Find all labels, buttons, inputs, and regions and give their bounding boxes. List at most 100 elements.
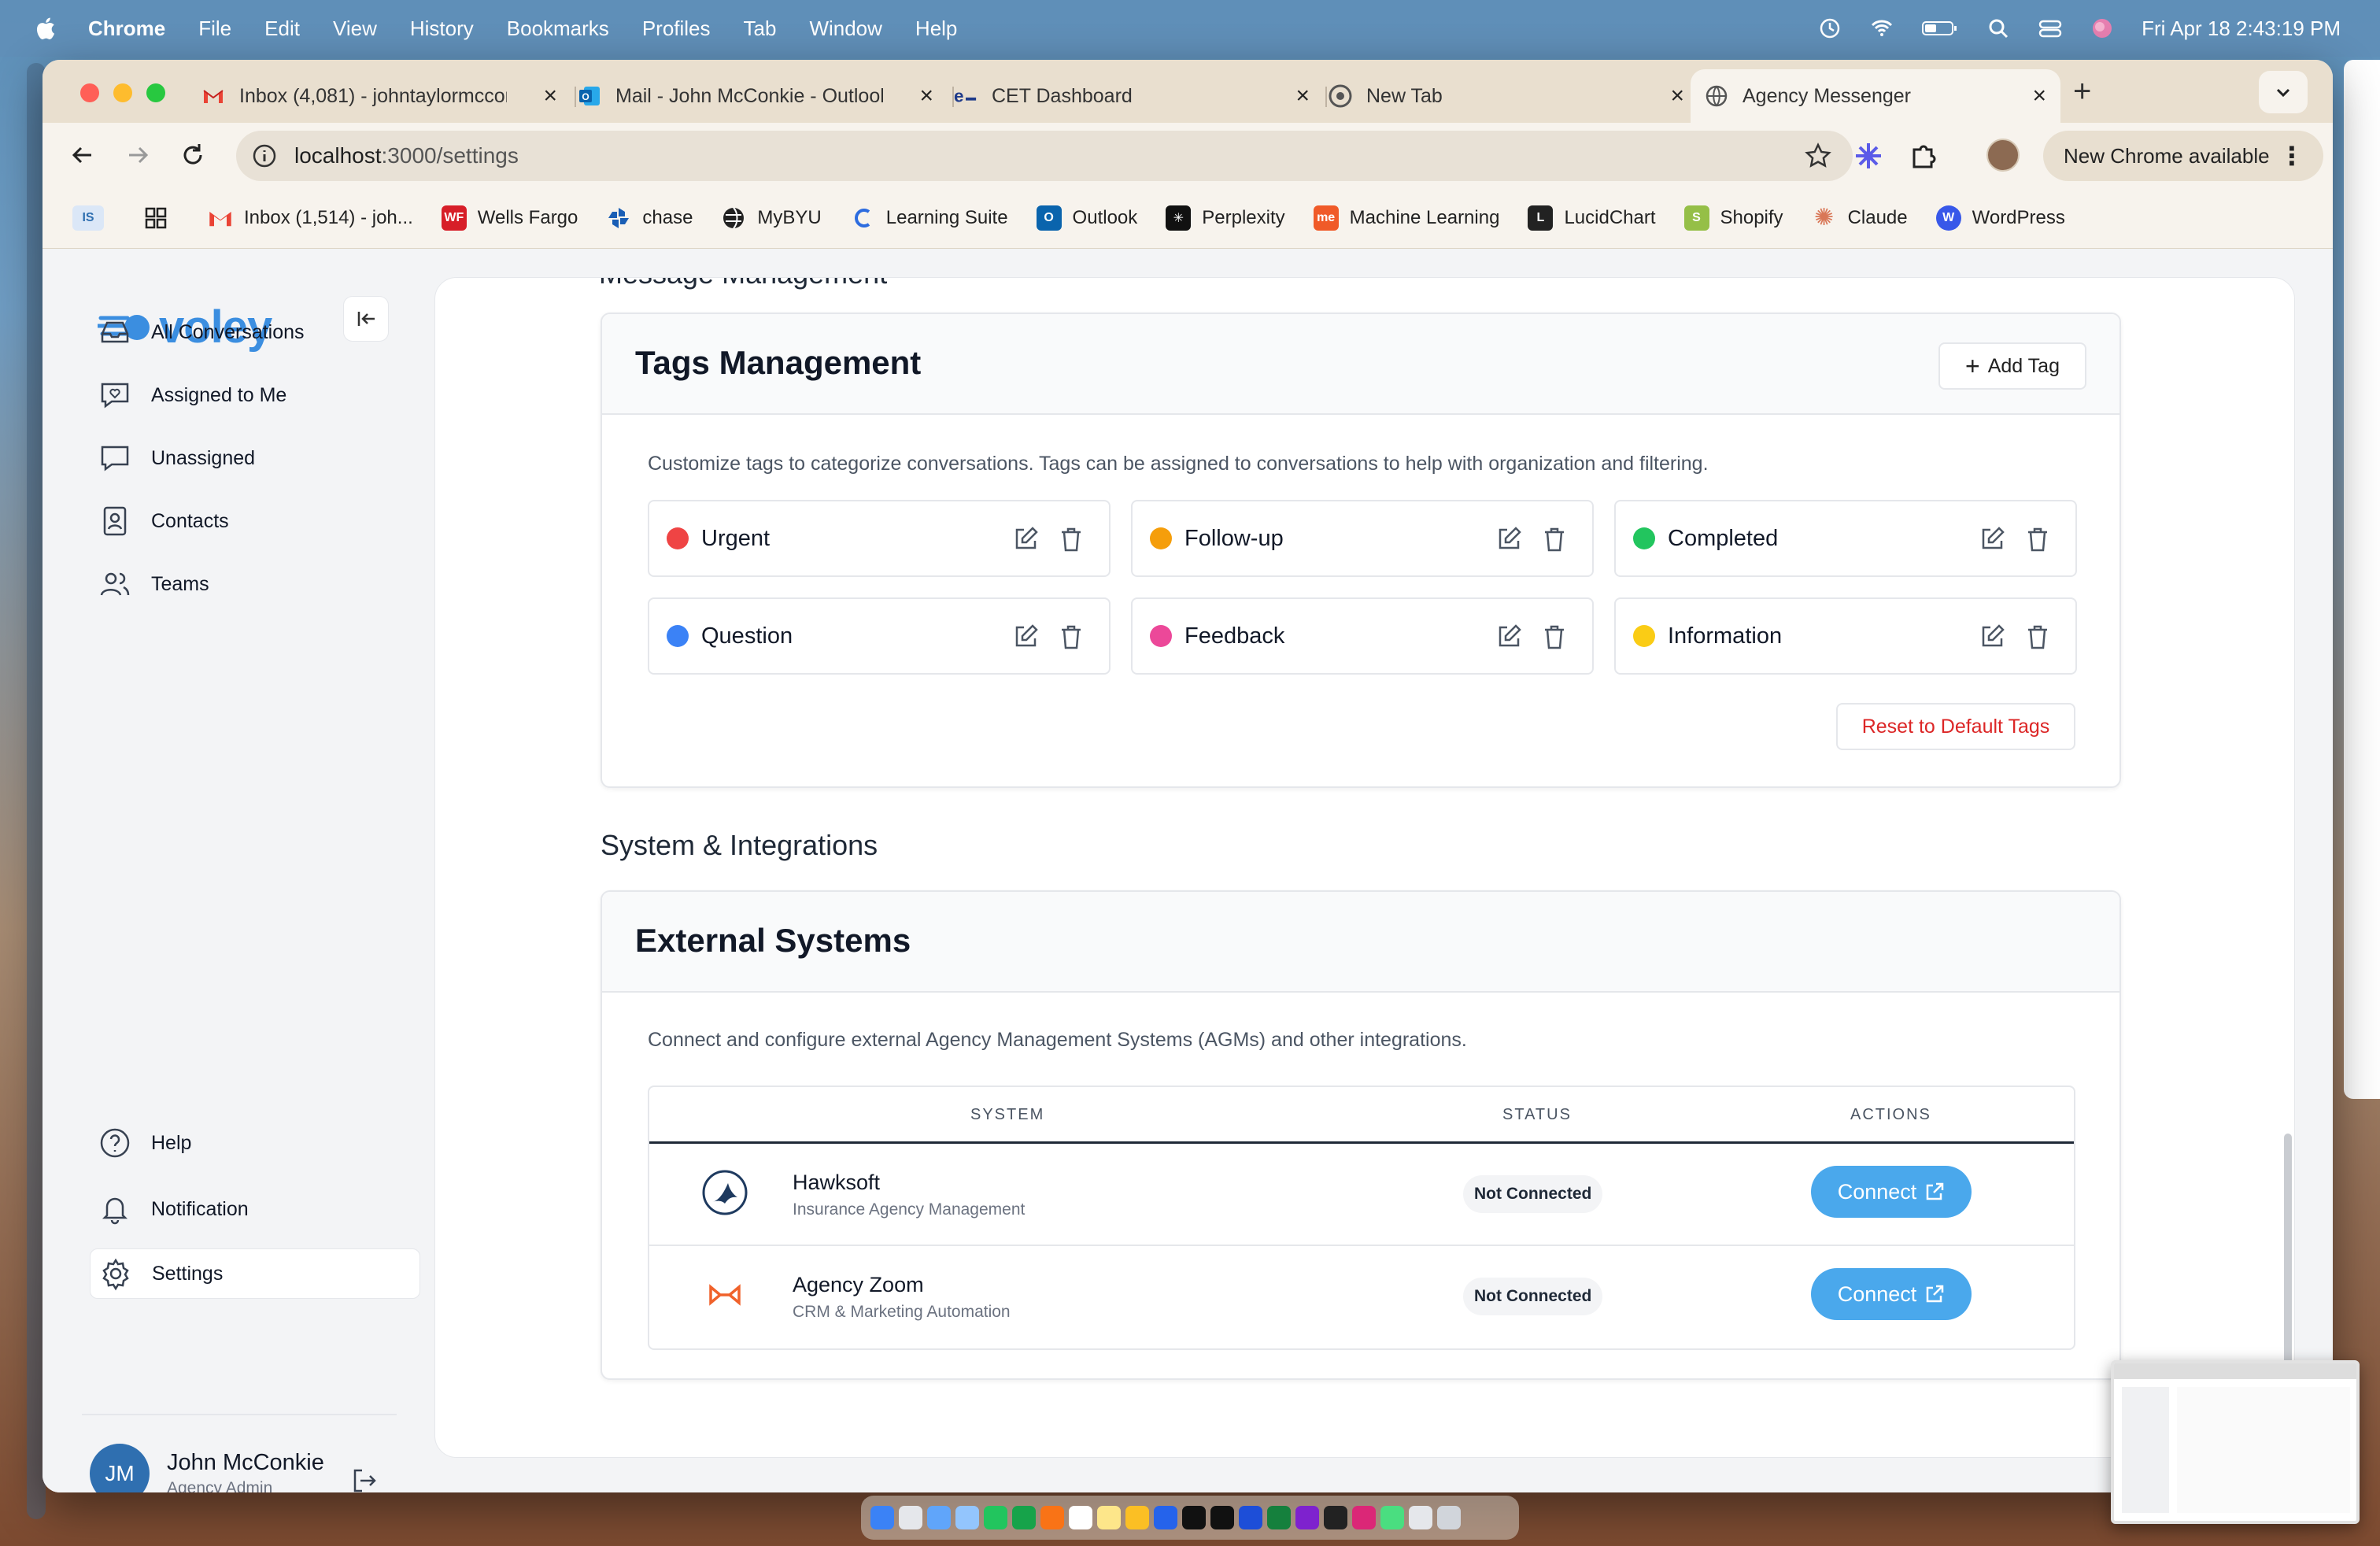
screenshot-thumbnail[interactable] — [2111, 1360, 2360, 1524]
more-menu-icon[interactable]: ⋮ — [2279, 141, 2304, 171]
menu-app-name[interactable]: Chrome — [88, 17, 165, 41]
site-info-icon[interactable] — [250, 142, 279, 170]
minimize-window-button[interactable] — [113, 83, 132, 102]
trash-icon[interactable] — [1057, 525, 1085, 553]
chrome-dock-icon[interactable] — [1125, 1506, 1149, 1529]
siri-icon[interactable] — [2090, 16, 2115, 41]
edit-icon[interactable] — [1978, 525, 2006, 553]
tab-outlook-mail[interactable]: O Mail - John McConkie - Outlook × — [578, 69, 948, 123]
messages-icon[interactable] — [984, 1506, 1007, 1529]
word-icon[interactable] — [1239, 1506, 1262, 1529]
preview-icon[interactable] — [1380, 1506, 1404, 1529]
nav-settings[interactable]: Settings — [90, 1248, 420, 1299]
nav-teams[interactable]: Teams — [90, 559, 420, 609]
tab-gmail[interactable]: Inbox (4,081) - johntaylormcconkie × — [201, 69, 571, 123]
extension-sparkle-icon[interactable] — [1853, 140, 1884, 172]
launchpad-icon[interactable] — [899, 1506, 922, 1529]
trash-icon[interactable] — [1057, 623, 1085, 651]
edit-icon[interactable] — [1495, 525, 1523, 553]
bookmark-learning-suite[interactable]: Learning Suite — [850, 205, 1008, 231]
menu-view[interactable]: View — [333, 17, 377, 41]
control-center-icon[interactable] — [2038, 16, 2063, 41]
documents-icon[interactable] — [1409, 1506, 1432, 1529]
nav-notification[interactable]: Notification — [90, 1184, 420, 1234]
bookmark-perplexity[interactable]: ✳ Perplexity — [1166, 205, 1285, 231]
nav-contacts[interactable]: Contacts — [90, 496, 420, 546]
nav-unassigned[interactable]: Unassigned — [90, 433, 420, 483]
connect-hawksoft-button[interactable]: Connect — [1811, 1166, 1972, 1218]
photos-icon[interactable] — [1040, 1506, 1064, 1529]
cursor-icon[interactable] — [1182, 1506, 1206, 1529]
new-tab-button[interactable]: + — [2073, 74, 2091, 109]
bookmark-claude[interactable]: ✺ Claude — [1812, 205, 1908, 231]
bookmark-mybyu[interactable]: MyBYU — [721, 205, 822, 231]
reset-default-tags-button[interactable]: Reset to Default Tags — [1836, 703, 2075, 750]
terminal-icon[interactable] — [1210, 1506, 1234, 1529]
bookmark-star-icon[interactable] — [1804, 142, 1832, 170]
bookmark-wells-fargo[interactable]: WF Wells Fargo — [441, 205, 578, 231]
tab-agency-messenger[interactable]: Agency Messenger × — [1691, 69, 2060, 123]
trash-icon[interactable] — [2023, 525, 2052, 553]
nav-assigned-to-me[interactable]: Assigned to Me — [90, 370, 420, 420]
facetime-icon[interactable] — [1012, 1506, 1036, 1529]
notes-icon[interactable] — [1097, 1506, 1121, 1529]
close-tab-icon[interactable]: × — [2032, 83, 2046, 109]
bookmark-is[interactable]: IS — [72, 205, 115, 231]
vscode-icon[interactable] — [1154, 1506, 1177, 1529]
bookmark-lucidchart[interactable]: L LucidChart — [1528, 205, 1656, 231]
menu-edit[interactable]: Edit — [264, 17, 300, 41]
excel-icon[interactable] — [1267, 1506, 1291, 1529]
menu-help[interactable]: Help — [915, 17, 957, 41]
bookmark-gmail[interactable]: Inbox (1,514) - joh... — [208, 205, 413, 231]
battery-icon[interactable] — [1921, 16, 1959, 41]
onenote-icon[interactable] — [1295, 1506, 1319, 1529]
tab-cet-dashboard[interactable]: e CET Dashboard × — [954, 69, 1324, 123]
add-tag-button[interactable]: + Add Tag — [1938, 342, 2086, 390]
connect-agency-zoom-button[interactable]: Connect — [1811, 1268, 1972, 1320]
edit-icon[interactable] — [1978, 623, 2006, 651]
wifi-icon[interactable] — [1869, 16, 1894, 41]
close-tab-icon[interactable]: × — [543, 83, 557, 109]
menu-file[interactable]: File — [198, 17, 231, 41]
trash-icon[interactable] — [2023, 623, 2052, 651]
app-store-icon[interactable] — [927, 1506, 951, 1529]
edit-icon[interactable] — [1011, 525, 1040, 553]
nav-help[interactable]: Help — [90, 1118, 420, 1168]
forward-arrow-icon[interactable] — [123, 140, 153, 170]
bookmark-apps[interactable] — [143, 205, 179, 231]
close-tab-icon[interactable]: × — [919, 83, 933, 109]
trash-icon[interactable] — [1540, 623, 1569, 651]
trash-icon[interactable] — [1540, 525, 1569, 553]
finder-icon[interactable] — [870, 1506, 894, 1529]
menu-profiles[interactable]: Profiles — [642, 17, 711, 41]
extensions-puzzle-icon[interactable] — [1908, 140, 1939, 172]
edit-icon[interactable] — [1495, 623, 1523, 651]
menu-history[interactable]: History — [410, 17, 474, 41]
bookmark-shopify[interactable]: S Shopify — [1683, 205, 1783, 231]
close-window-button[interactable] — [80, 83, 99, 102]
calendar-icon[interactable] — [1069, 1506, 1092, 1529]
time-machine-icon[interactable] — [1817, 16, 1842, 41]
tab-new-tab[interactable]: New Tab × — [1329, 69, 1698, 123]
menu-window[interactable]: Window — [809, 17, 881, 41]
safari-icon[interactable] — [955, 1506, 979, 1529]
maximize-window-button[interactable] — [146, 83, 165, 102]
bookmark-chase[interactable]: chase — [606, 205, 693, 231]
tab-search-button[interactable] — [2259, 71, 2308, 113]
spotlight-search-icon[interactable] — [1986, 16, 2011, 41]
logout-icon[interactable] — [349, 1466, 379, 1492]
bookmark-machine-learning[interactable]: me Machine Learning — [1313, 205, 1499, 231]
bookmark-wordpress[interactable]: W WordPress — [1935, 205, 2065, 231]
profile-avatar[interactable] — [1986, 139, 2020, 172]
bookmark-outlook[interactable]: O Outlook — [1036, 205, 1137, 231]
activity-icon[interactable] — [1324, 1506, 1347, 1529]
edit-icon[interactable] — [1011, 623, 1040, 651]
menu-bookmarks[interactable]: Bookmarks — [507, 17, 609, 41]
menubar-clock[interactable]: Fri Apr 18 2:43:19 PM — [2142, 17, 2341, 41]
new-chrome-available-button[interactable]: New Chrome available ⋮ — [2043, 131, 2323, 181]
nav-all-conversations[interactable]: All Conversations — [90, 307, 420, 357]
back-arrow-icon[interactable] — [68, 140, 98, 170]
user-profile[interactable]: JM John McConkie Agency Admin — [90, 1444, 324, 1492]
reload-icon[interactable] — [178, 140, 208, 170]
slack-icon[interactable] — [1352, 1506, 1376, 1529]
